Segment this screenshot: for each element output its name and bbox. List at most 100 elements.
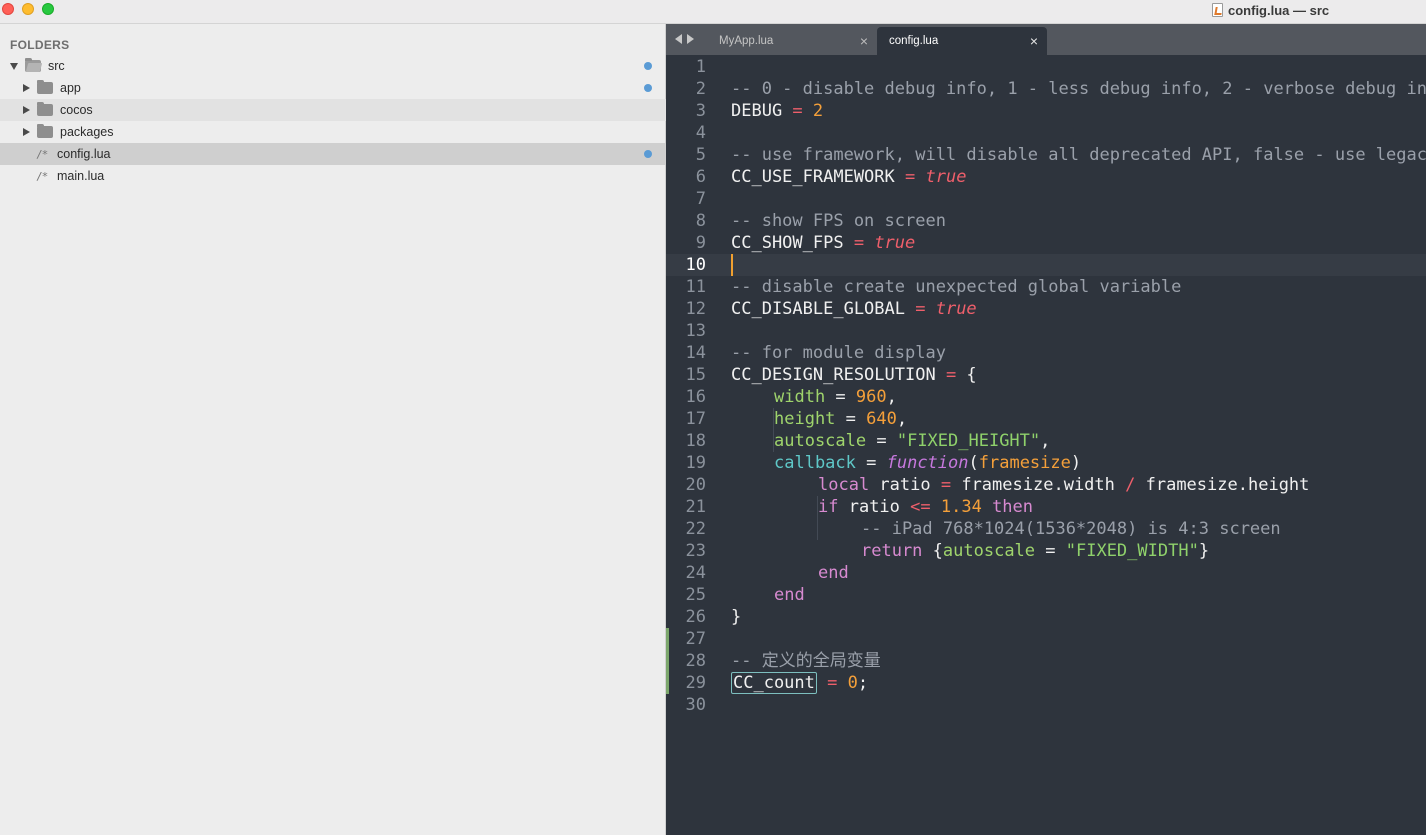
line-number: 6 [695,167,706,187]
tree-item-label: config.lua [57,147,111,161]
tab-myapp-lua[interactable]: MyApp.lua × [707,27,877,55]
line-number: 4 [695,123,706,143]
line-number: 2 [695,79,706,99]
maximize-window-button[interactable] [42,3,54,15]
current-line-highlight [666,254,1426,276]
tab-bar: MyApp.lua × config.lua × [666,24,1426,55]
previous-tab-icon[interactable] [675,34,682,44]
line-number: 14 [685,343,706,363]
code-line-21: if ratio <= 1.34 then [818,497,1034,517]
tab-label: config.lua [889,35,939,47]
line-number: 21 [685,497,706,517]
code-line-18: autoscale = "FIXED_HEIGHT", [774,431,1051,451]
folder-open-icon [25,58,41,72]
code-line-17: height = 640, [774,409,908,429]
chevron-right-icon[interactable] [23,84,30,92]
code-line-6: CC_USE_FRAMEWORK = true [731,167,967,187]
tab-config-lua[interactable]: config.lua × [877,27,1047,55]
highlighted-identifier: CC_count [731,672,817,694]
code-line-14: -- for module display [731,343,946,363]
tree-item-packages[interactable]: packages [0,121,666,143]
line-number: 24 [685,563,706,583]
tree-item-main-lua[interactable]: /* main.lua [0,165,666,187]
code-line-8: -- show FPS on screen [731,211,946,231]
line-number: 28 [685,651,706,671]
code-line-15: CC_DESIGN_RESOLUTION = { [731,365,977,385]
line-number: 25 [685,585,706,605]
tree-item-label: packages [60,125,114,139]
code-line-26: } [731,607,742,627]
tree-item-src[interactable]: src [0,55,666,77]
line-number: 16 [685,387,706,407]
line-number: 8 [695,211,706,231]
chevron-down-icon[interactable] [10,62,18,70]
code-line-20: local ratio = framesize.width / framesiz… [818,475,1310,495]
tree-item-label: cocos [60,103,93,117]
code-line-2: -- 0 - disable debug info, 1 - less debu… [731,79,1426,99]
folder-icon [37,124,53,138]
line-number-gutter: 1 2 3 4 5 6 7 8 9 10 11 12 13 14 15 16 17 18 19 20 21 22 23 24 2… [666,55,722,835]
code-line-16: width = 960, [774,387,897,407]
line-number: 9 [695,233,706,253]
line-number: 29 [685,673,706,693]
tree-item-label: main.lua [57,169,105,183]
line-number: 22 [685,519,706,539]
code-editor[interactable]: 1 2 3 4 5 6 7 8 9 10 11 12 13 14 15 16 17 18 19 20 21 22 23 24 2… [666,55,1426,835]
line-number: 1 [695,57,706,77]
code-line-5: -- use framework, will disable all depre… [731,145,1426,165]
next-tab-icon[interactable] [687,34,694,44]
close-icon[interactable]: × [860,34,868,48]
close-icon[interactable]: × [1030,34,1038,48]
text-caret [731,254,733,276]
line-number: 20 [685,475,706,495]
code-line-24: end [818,563,849,583]
folder-icon [37,102,53,116]
code-line-12: CC_DISABLE_GLOBAL = true [731,299,977,319]
code-line-28: -- 定义的全局变量 [731,651,881,671]
line-number: 26 [685,607,706,627]
line-number: 19 [685,453,706,473]
title-bar: config.lua — src [0,0,1426,24]
line-number: 23 [685,541,706,561]
line-number: 3 [695,101,706,121]
tree-item-label: src [48,59,65,73]
modified-dot [644,84,652,92]
line-number: 13 [685,321,706,341]
modified-dot [644,150,652,158]
code-line-9: CC_SHOW_FPS = true [731,233,916,253]
code-line-19: callback = function(framesize) [774,453,1082,473]
tab-label: MyApp.lua [719,35,774,47]
tree-item-config-lua[interactable]: /* config.lua [0,143,666,165]
code-file-icon: /* [36,169,48,183]
line-number: 27 [685,629,706,649]
code-line-29: CC_count = 0; [731,672,869,694]
close-window-button[interactable] [2,3,14,15]
tree-item-app[interactable]: app [0,77,666,99]
chevron-right-icon[interactable] [23,128,30,136]
lua-file-icon [1212,3,1223,17]
window-title: config.lua — src [1212,1,1329,19]
line-number: 17 [685,409,706,429]
modified-dot [644,62,652,70]
sidebar: FOLDERS src app cocos packages /* config… [0,24,666,835]
line-number: 7 [695,189,706,209]
code-line-25: end [774,585,805,605]
chevron-right-icon[interactable] [23,106,30,114]
code-line-23: return {autoscale = "FIXED_WIDTH"} [861,541,1210,561]
code-line-11: -- disable create unexpected global vari… [731,277,1182,297]
line-number: 30 [685,695,706,715]
line-number: 15 [685,365,706,385]
tree-item-cocos[interactable]: cocos [0,99,666,121]
code-line-3: DEBUG = 2 [731,101,824,121]
minimize-window-button[interactable] [22,3,34,15]
folder-icon [37,80,53,94]
line-number: 5 [695,145,706,165]
tab-navigation [675,34,694,44]
window-title-text: config.lua — src [1228,2,1330,18]
tree-item-label: app [60,81,81,95]
code-file-icon: /* [36,147,48,161]
line-number: 12 [685,299,706,319]
line-number: 10 [685,255,706,275]
line-number: 11 [685,277,706,297]
line-number: 18 [685,431,706,451]
